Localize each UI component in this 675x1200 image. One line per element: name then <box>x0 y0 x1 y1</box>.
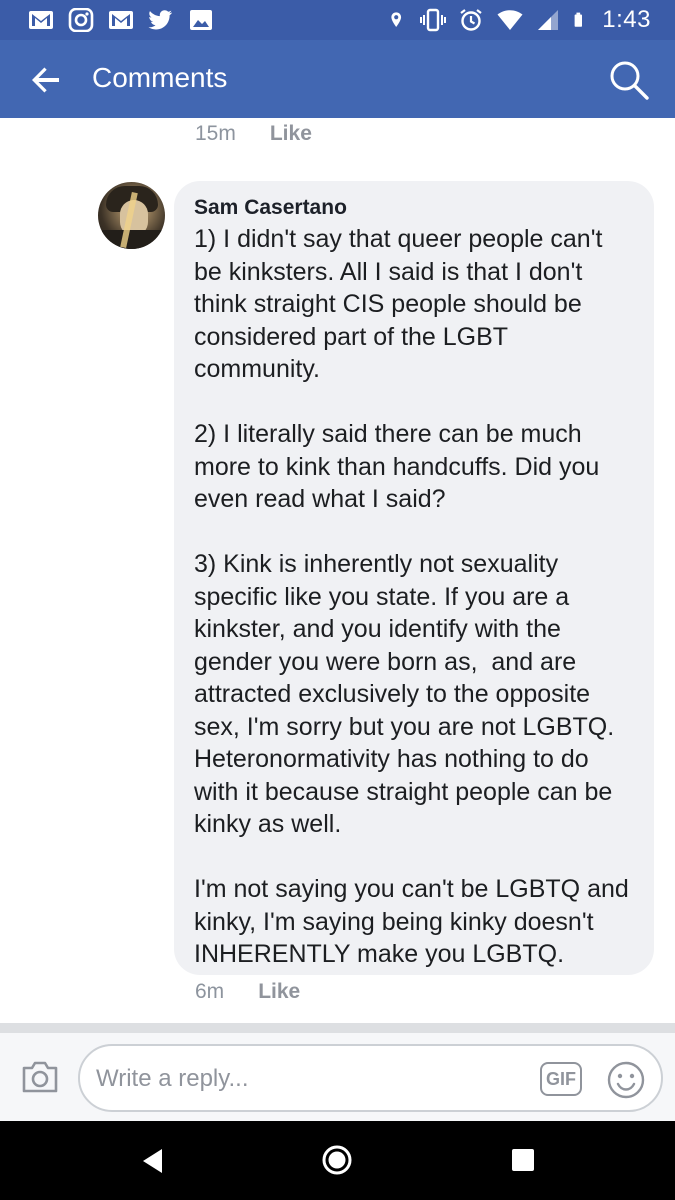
previous-comment-footer: 15m Like <box>195 122 312 146</box>
reply-input[interactable] <box>96 1060 516 1098</box>
signal-icon <box>538 10 559 30</box>
alarm-icon <box>460 9 482 31</box>
divider <box>0 1023 675 1033</box>
gmail-icon <box>109 11 133 29</box>
nav-recents-icon[interactable] <box>512 1149 534 1171</box>
navigation-bar <box>0 1121 675 1200</box>
comment-time: 6m <box>195 980 225 1003</box>
gif-button[interactable]: GIF <box>540 1062 582 1096</box>
notification-icons <box>28 8 214 32</box>
twitter-icon <box>148 10 172 30</box>
comment-author[interactable]: Sam Casertano <box>194 195 634 221</box>
camera-icon[interactable] <box>20 1059 60 1095</box>
app-bar: Comments <box>0 40 675 118</box>
previous-comment-like-button[interactable]: Like <box>270 122 312 146</box>
battery-icon <box>574 12 583 27</box>
clock-time: 1:43 <box>602 6 651 33</box>
like-button[interactable]: Like <box>258 980 300 1004</box>
search-icon[interactable] <box>607 58 651 102</box>
avatar[interactable] <box>98 182 165 249</box>
avatar-shirt <box>102 230 162 249</box>
wifi-icon <box>497 10 523 30</box>
comment-bubble[interactable]: Sam Casertano 1) I didn't say that queer… <box>174 181 654 975</box>
reply-field[interactable]: GIF <box>78 1044 663 1112</box>
smiley-icon[interactable] <box>606 1060 646 1100</box>
gmail-icon <box>29 11 53 29</box>
vibrate-icon <box>420 8 447 32</box>
system-icons: 1:43 <box>390 6 651 34</box>
previous-comment-time: 15m <box>195 122 236 145</box>
arrow-left-icon[interactable] <box>28 62 64 98</box>
instagram-icon <box>68 8 94 32</box>
nav-back-icon[interactable] <box>140 1147 166 1175</box>
status-bar: 1:43 <box>0 0 675 40</box>
comment-text: 1) I didn't say that queer people can't … <box>194 225 629 968</box>
location-icon <box>391 12 402 27</box>
comment-footer: 6m Like <box>195 980 300 1004</box>
gallery-icon <box>190 10 212 30</box>
nav-home-icon[interactable] <box>321 1144 353 1176</box>
reply-bar: GIF <box>0 1033 675 1121</box>
page-title: Comments <box>92 62 228 93</box>
